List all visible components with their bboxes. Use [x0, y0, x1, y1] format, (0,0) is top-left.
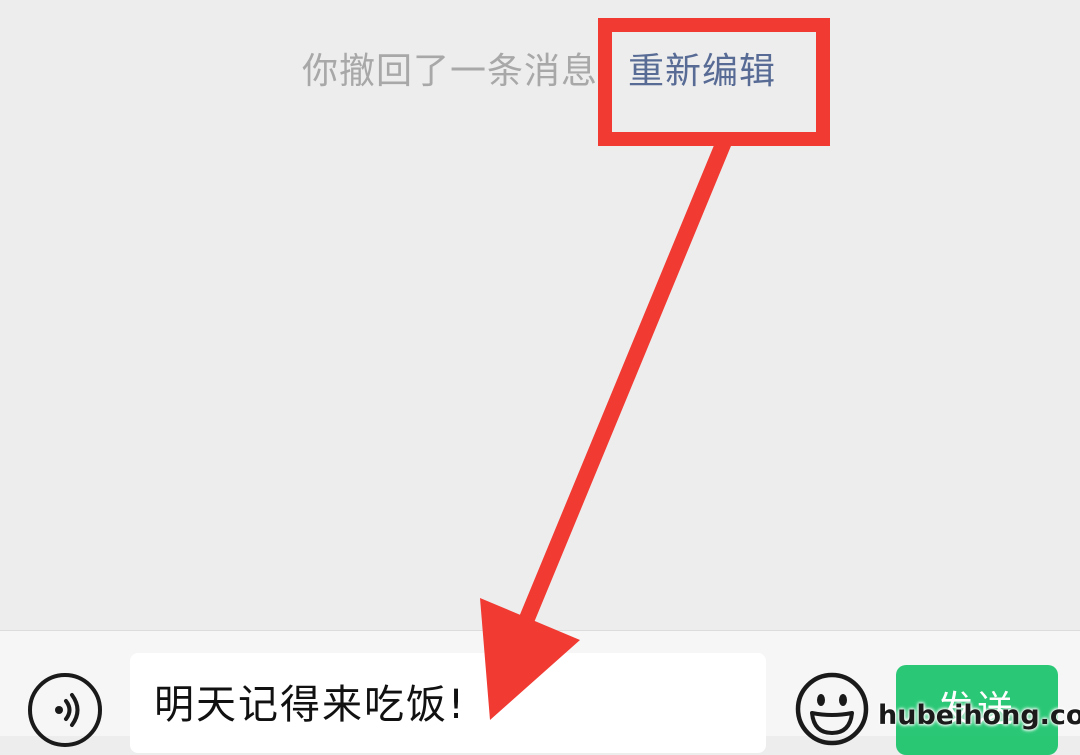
recall-notice-row: 你撤回了一条消息 重新编辑 — [0, 44, 1080, 100]
recall-notice-text: 你撤回了一条消息 — [302, 51, 599, 92]
reedit-link[interactable]: 重新编辑 — [628, 48, 776, 96]
voice-icon — [55, 693, 80, 727]
message-input[interactable]: 明天记得来吃饭! — [130, 653, 766, 753]
message-input-bar: 明天记得来吃饭! 发送 — [0, 630, 1080, 755]
chat-area: 你撤回了一条消息 重新编辑 — [0, 0, 1080, 630]
send-button[interactable]: 发送 — [896, 665, 1058, 755]
